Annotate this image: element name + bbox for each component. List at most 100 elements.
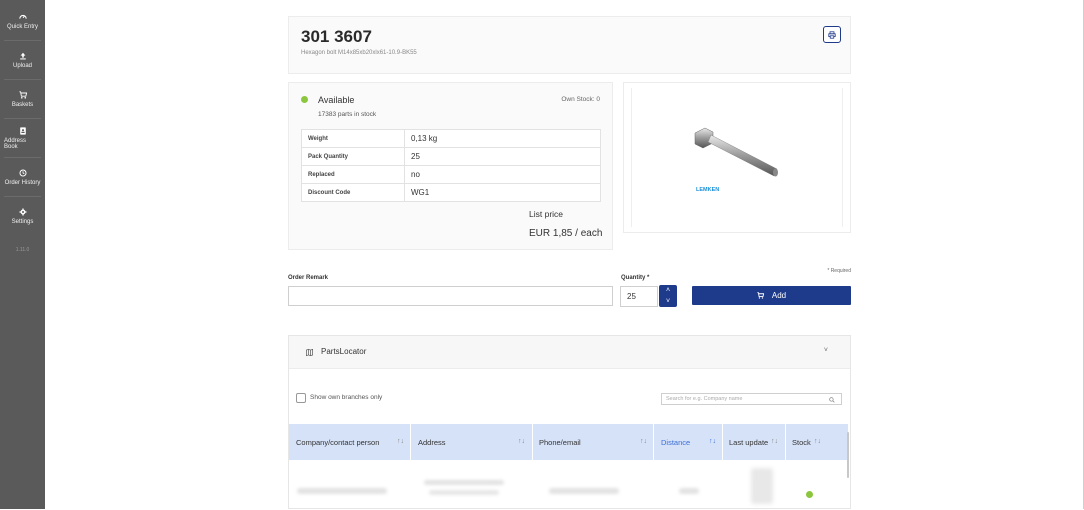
nav-address-book-label: Address Book	[4, 137, 27, 150]
add-button-label: Add	[771, 291, 787, 300]
list-price-label: List price	[529, 209, 564, 219]
quantity-label: Quantity *	[621, 275, 650, 281]
sort-icon[interactable]: ↑↓	[814, 438, 821, 445]
company-search-placeholder: Search for e.g. Company name	[666, 396, 743, 402]
list-price-value: EUR 1,85 / each	[529, 228, 603, 239]
product-image	[694, 127, 778, 177]
product-number: 301 3607	[301, 27, 372, 46]
spec-row-replaced: Replaced no	[301, 165, 601, 184]
spec-row-pack-quantity: Pack Quantity 25	[301, 147, 601, 166]
spec-key: Weight	[301, 129, 405, 148]
product-description: Hexagon bolt M14x85xb20xlx61-10.9-BK55	[301, 50, 417, 56]
chevron-down-icon[interactable]: ˅	[824, 347, 828, 354]
column-phone-email[interactable]: Phone/email	[539, 424, 581, 460]
order-remark-label: Order Remark	[288, 275, 329, 281]
parts-locator-title: PartsLocator	[321, 347, 367, 356]
gear-icon	[18, 207, 27, 216]
column-stock-label: Stock	[792, 437, 811, 447]
nav-upload[interactable]: Upload	[4, 41, 41, 80]
column-divider	[410, 424, 411, 460]
spec-value: no	[404, 165, 601, 184]
brand-logo: LEMKEN	[696, 187, 720, 193]
nav-address-book[interactable]: Address Book	[4, 119, 41, 158]
chevron-up-icon[interactable]: ˄	[666, 287, 670, 294]
nav-order-history[interactable]: Order History	[4, 158, 41, 197]
availability-status: Available	[318, 95, 355, 105]
sort-icon[interactable]: ↑↓	[771, 438, 778, 445]
book-icon	[19, 126, 26, 135]
parts-table-header: Company/contact person ↑↓ Address ↑↓ Pho…	[289, 424, 848, 460]
column-last-update-label: Last update	[729, 437, 769, 447]
column-divider	[785, 424, 786, 460]
own-stock: Own Stock: 0	[561, 96, 600, 103]
column-address-label: Address	[418, 437, 446, 447]
column-divider	[653, 424, 654, 460]
column-distance[interactable]: Distance	[661, 424, 690, 460]
parts-locator-header[interactable]: PartsLocator ˅	[289, 336, 850, 369]
add-to-basket-button[interactable]: Add	[692, 286, 851, 305]
nav-settings-label: Settings	[11, 218, 34, 225]
column-company[interactable]: Company/contact person	[296, 424, 379, 460]
column-phone-email-label: Phone/email	[539, 437, 581, 447]
blurred-last-update	[751, 468, 773, 504]
spec-key: Pack Quantity	[301, 147, 405, 166]
spec-value: 25	[404, 147, 601, 166]
spec-row-weight: Weight 0,13 kg	[301, 129, 601, 148]
sort-icon[interactable]: ↑↓	[397, 438, 404, 445]
nav-quick-entry-label: Quick Entry	[6, 23, 38, 30]
availability-indicator	[301, 96, 308, 103]
product-image-card: LEMKEN	[623, 82, 851, 233]
nav-order-history-label: Order History	[4, 179, 41, 186]
blurred-distance	[679, 488, 699, 494]
sort-icon[interactable]: ↑↓	[640, 438, 647, 445]
print-button[interactable]	[823, 26, 841, 43]
parts-in-stock: 17383 parts in stock	[318, 111, 377, 118]
upload-icon	[19, 52, 26, 59]
product-header-card: 301 3607 Hexagon bolt M14x85xb20xlx61-10…	[288, 16, 851, 74]
parts-locator-panel: PartsLocator ˅ Show own branches only Se…	[288, 335, 851, 509]
blurred-address	[424, 480, 504, 485]
table-scrollbar[interactable]	[847, 432, 849, 478]
gauge-icon	[18, 14, 27, 19]
blurred-company	[297, 488, 387, 494]
sort-icon[interactable]: ↑↓	[518, 438, 525, 445]
nav-quick-entry[interactable]: Quick Entry	[4, 2, 41, 41]
map-icon	[306, 349, 313, 356]
order-remark-input[interactable]	[288, 286, 613, 306]
column-distance-label: Distance	[661, 437, 691, 447]
spec-key: Replaced	[301, 165, 405, 184]
blurred-address	[429, 490, 499, 495]
stock-indicator	[806, 491, 813, 498]
blurred-phone	[549, 488, 619, 494]
spec-table: Weight 0,13 kg Pack Quantity 25 Replaced no…	[301, 129, 601, 202]
chevron-down-icon[interactable]: ˅	[666, 298, 670, 305]
product-details-card: Available 17383 parts in stock Own Stock…	[288, 82, 613, 250]
required-note: * Required	[827, 268, 851, 274]
nav-baskets[interactable]: Baskets	[4, 80, 41, 119]
company-search-input[interactable]: Search for e.g. Company name	[661, 393, 842, 405]
column-divider	[722, 424, 723, 460]
spec-value: WG1	[404, 183, 601, 202]
spec-key: Discount Code	[301, 183, 405, 202]
search-icon	[829, 397, 835, 403]
column-last-update[interactable]: Last update	[729, 424, 769, 460]
nav-upload-label: Upload	[12, 62, 32, 69]
table-row[interactable]	[289, 460, 848, 510]
spec-value: 0,13 kg	[404, 129, 601, 148]
quantity-input[interactable]: 25	[620, 286, 658, 307]
nav-baskets-label: Baskets	[11, 101, 34, 108]
show-own-branches-checkbox[interactable]	[296, 393, 306, 403]
nav-settings[interactable]: Settings	[4, 197, 41, 235]
app-version: 1.11.0	[15, 247, 30, 253]
column-address[interactable]: Address	[418, 424, 446, 460]
spec-row-discount-code: Discount Code WG1	[301, 183, 601, 202]
cart-icon	[757, 292, 764, 299]
sidebar: Quick Entry Upload Baskets Address Book …	[0, 0, 45, 509]
quantity-stepper[interactable]: ˄ ˅	[659, 285, 677, 307]
column-company-label: Company/contact person	[296, 437, 380, 447]
show-own-branches-label: Show own branches only	[310, 394, 383, 401]
history-icon	[18, 168, 27, 177]
sort-active-icon[interactable]: ↑↓	[709, 438, 716, 445]
printer-icon	[828, 30, 836, 39]
column-stock[interactable]: Stock	[792, 424, 811, 460]
